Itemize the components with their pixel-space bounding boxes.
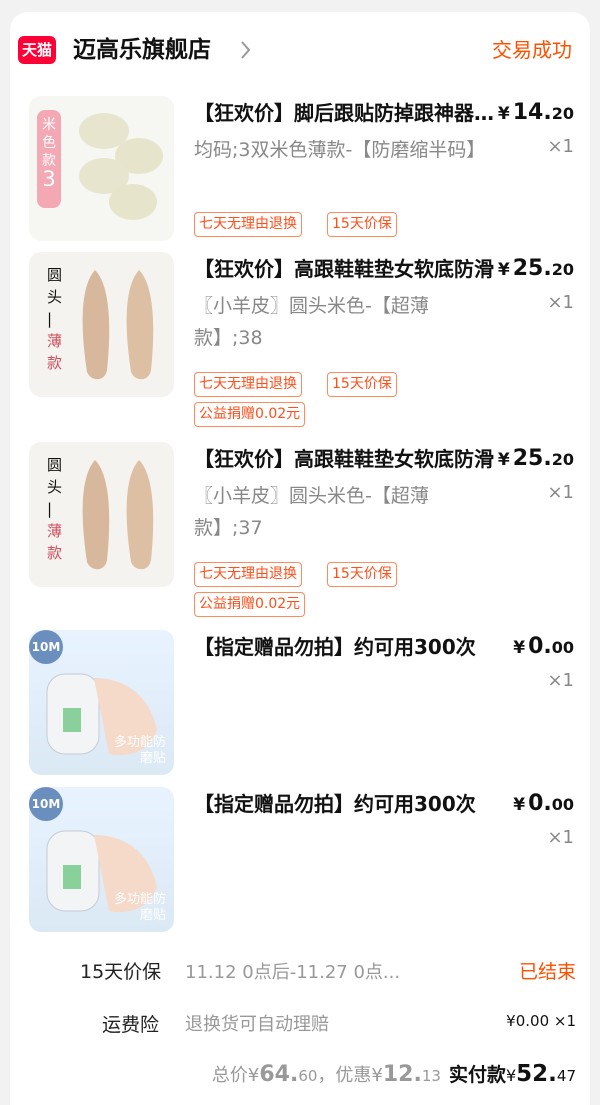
product-price: ¥0.00 bbox=[513, 634, 574, 659]
discount-decimal: 13 bbox=[421, 1067, 441, 1085]
store-header[interactable]: 天猫 迈高乐旗舰店 交易成功 bbox=[18, 24, 582, 80]
product-spec: 〖小羊皮〗圆头米色-【超薄款】;37 bbox=[194, 485, 429, 539]
discount-label: 优惠 bbox=[335, 1065, 372, 1086]
insole-image bbox=[82, 460, 154, 570]
price-protect-label: 15天价保 bbox=[80, 961, 162, 983]
product-thumbnail[interactable]: 10M 多功能防磨贴 bbox=[29, 630, 174, 775]
return-policy-badge: 七天无理由退换 bbox=[194, 212, 302, 237]
product-thumbnail-label: 多功能防磨贴 bbox=[113, 892, 166, 923]
price-protect-value: 11.12 0点后-11.27 0点... bbox=[185, 962, 401, 983]
product-title[interactable]: 【狂欢价】脚后跟贴防掉跟神器半码垫 bbox=[194, 96, 494, 130]
product-price: ¥0.00 bbox=[513, 791, 574, 816]
product-thumbnail-label: 圆头 | 薄款 bbox=[47, 456, 63, 562]
price-protect-badge: 15天价保 bbox=[327, 212, 397, 237]
shipping-insurance-label: 运费险 bbox=[102, 1014, 160, 1036]
product-quantity: ×1 bbox=[547, 670, 574, 691]
product-quantity: ×1 bbox=[547, 292, 574, 313]
product-spec: 〖小羊皮〗圆头米色-【超薄款】;38 bbox=[194, 295, 429, 349]
product-quantity: ×1 bbox=[547, 827, 574, 848]
shipping-insurance-value: 退换货可自动理赔 bbox=[185, 1014, 329, 1035]
shipping-insurance-price: ¥0.00 ×1 bbox=[506, 1012, 576, 1030]
donation-badge: 公益捐赠0.02元 bbox=[194, 402, 306, 427]
product-price: ¥14.20 bbox=[497, 100, 574, 125]
order-totals: 总价¥64.60，优惠¥12.13 实付款¥52.47 bbox=[212, 1060, 576, 1087]
product-quantity: ×1 bbox=[547, 482, 574, 503]
order-status: 交易成功 bbox=[492, 38, 572, 62]
donation-badge: 公益捐赠0.02元 bbox=[194, 592, 306, 617]
product-title[interactable]: 【狂欢价】高跟鞋鞋垫女软底防滑 bbox=[194, 252, 494, 286]
store-name[interactable]: 迈高乐旗舰店 bbox=[73, 34, 211, 66]
total-decimal: 60 bbox=[298, 1067, 318, 1085]
total-value: 64. bbox=[259, 1062, 299, 1087]
product-thumbnail[interactable]: 米色款3 bbox=[29, 96, 174, 241]
price-protect-badge: 15天价保 bbox=[327, 372, 397, 397]
price-protect-status: 已结束 bbox=[518, 961, 576, 983]
product-title[interactable]: 【狂欢价】高跟鞋鞋垫女软底防滑 bbox=[194, 442, 494, 476]
product-quantity: ×1 bbox=[547, 136, 574, 157]
product-price: ¥25.20 bbox=[497, 256, 574, 281]
tmall-logo-icon: 天猫 bbox=[18, 36, 56, 64]
product-thumbnail-label: 米色款3 bbox=[37, 110, 61, 208]
product-title[interactable]: 【指定赠品勿拍】约可用300次 bbox=[194, 787, 494, 821]
discount-value: 12. bbox=[382, 1062, 422, 1087]
product-spec: 均码;3双米色薄款-【防磨缩半码】 bbox=[194, 139, 486, 161]
product-thumbnail-label: 多功能防磨贴 bbox=[113, 735, 166, 766]
chevron-right-icon bbox=[241, 41, 251, 59]
paid-label: 实付款 bbox=[448, 1064, 506, 1086]
discount-currency: ¥ bbox=[371, 1065, 383, 1086]
price-protect-badge: 15天价保 bbox=[327, 562, 397, 587]
paid-currency: ¥ bbox=[505, 1066, 517, 1085]
product-thumbnail[interactable]: 圆头 | 薄款 bbox=[29, 442, 174, 587]
return-policy-badge: 七天无理由退换 bbox=[194, 562, 302, 587]
total-currency: ¥ bbox=[247, 1065, 260, 1086]
product-title[interactable]: 【指定赠品勿拍】约可用300次 bbox=[194, 630, 494, 664]
product-thumbnail[interactable]: 圆头 | 薄款 bbox=[29, 252, 174, 397]
insole-image bbox=[82, 270, 154, 380]
heel-pad-image bbox=[79, 113, 163, 220]
total-label: 总价 bbox=[211, 1065, 248, 1086]
return-policy-badge: 七天无理由退换 bbox=[194, 372, 302, 397]
product-thumbnail[interactable]: 10M 多功能防磨贴 bbox=[29, 787, 174, 932]
paid-decimal: 47 bbox=[556, 1067, 576, 1085]
totals-separator: ， bbox=[317, 1065, 336, 1086]
product-thumbnail-label: 圆头 | 薄款 bbox=[47, 266, 63, 372]
paid-value: 52. bbox=[516, 1061, 557, 1087]
product-price: ¥25.20 bbox=[497, 446, 574, 471]
